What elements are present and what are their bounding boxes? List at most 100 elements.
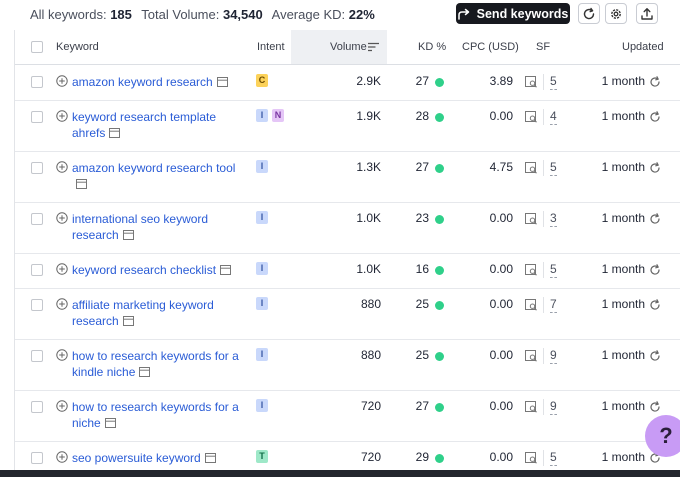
header-kd[interactable]: KD % — [418, 41, 446, 53]
row-checkbox[interactable] — [31, 76, 43, 88]
cpc-value: 0.00 — [489, 399, 513, 413]
row-checkbox[interactable] — [31, 401, 43, 413]
keyword-link[interactable]: amazon keyword research — [72, 74, 250, 90]
serp-features-icon[interactable] — [525, 264, 538, 276]
keyword-link[interactable]: how to research keywords for a niche — [72, 399, 250, 431]
serp-features-icon[interactable] — [525, 350, 538, 362]
sf-divider — [543, 262, 544, 278]
serp-preview-icon[interactable] — [109, 128, 121, 138]
kd-difficulty-dot — [435, 352, 444, 361]
keyword-link[interactable]: how to research keywords for a kindle ni… — [72, 348, 250, 380]
serp-features-icon[interactable] — [525, 111, 538, 123]
sf-count[interactable]: 9 — [550, 399, 557, 415]
row-checkbox[interactable] — [31, 452, 43, 464]
send-keywords-label: Send keywords — [476, 6, 569, 21]
settings-button[interactable] — [605, 3, 627, 24]
summary-bar: All keywords: 185 Total Volume: 34,540 A… — [0, 0, 680, 30]
add-to-list-icon[interactable] — [56, 263, 68, 275]
add-to-list-icon[interactable] — [56, 400, 68, 412]
export-button[interactable] — [636, 3, 658, 24]
average-kd-value: 22% — [348, 7, 375, 22]
refresh-icon[interactable] — [649, 213, 661, 225]
row-checkbox[interactable] — [31, 162, 43, 174]
row-checkbox[interactable] — [31, 299, 43, 311]
keyword-link[interactable]: international seo keyword research — [72, 211, 250, 243]
intent-badge: I — [256, 160, 268, 173]
refresh-icon[interactable] — [649, 162, 661, 174]
add-to-list-icon[interactable] — [56, 161, 68, 173]
serp-preview-icon[interactable] — [204, 453, 216, 463]
keyword-link[interactable]: keyword research template ahrefs — [72, 109, 250, 141]
header-intent[interactable]: Intent — [257, 41, 285, 53]
serp-features-icon[interactable] — [525, 76, 538, 88]
serp-features-icon[interactable] — [525, 401, 538, 413]
keyword-text: affiliate marketing keyword research — [72, 298, 214, 328]
sf-count[interactable]: 9 — [550, 348, 557, 364]
row-checkbox[interactable] — [31, 264, 43, 276]
kd-value: 25 — [415, 348, 429, 362]
add-to-list-icon[interactable] — [56, 451, 68, 463]
sf-count[interactable]: 5 — [550, 160, 557, 176]
keyword-text: keyword research template ahrefs — [72, 110, 217, 140]
add-to-list-icon[interactable] — [56, 298, 68, 310]
help-button[interactable]: ? — [645, 415, 680, 457]
serp-features-icon[interactable] — [525, 213, 538, 225]
serp-features-icon[interactable] — [525, 162, 538, 174]
refresh-icon[interactable] — [649, 111, 661, 123]
refresh-icon[interactable] — [649, 76, 661, 88]
serp-preview-icon[interactable] — [139, 367, 151, 377]
header-updated[interactable]: Updated — [622, 41, 664, 53]
sf-divider — [543, 74, 544, 90]
table-row: keyword research template ahrefs I N 1.9K 28… — [15, 100, 680, 152]
select-all-checkbox[interactable] — [31, 41, 43, 53]
sf-count[interactable]: 4 — [550, 109, 557, 125]
serp-preview-icon[interactable] — [76, 179, 87, 189]
header-volume[interactable]: Volume — [330, 41, 367, 53]
kd-difficulty-dot — [435, 454, 444, 463]
sf-divider — [543, 211, 544, 227]
row-checkbox[interactable] — [31, 350, 43, 362]
add-to-list-icon[interactable] — [56, 75, 68, 87]
sf-count[interactable]: 5 — [550, 450, 557, 466]
cpc-value: 4.75 — [489, 160, 513, 174]
send-keywords-button[interactable]: Send keywords — [456, 3, 570, 24]
keyword-link[interactable]: keyword research checklist — [72, 262, 250, 278]
kd-difficulty-dot — [435, 164, 444, 173]
serp-features-icon[interactable] — [525, 299, 538, 311]
refresh-icon[interactable] — [649, 401, 661, 413]
intent-badge: I — [256, 399, 268, 412]
serp-preview-icon[interactable] — [122, 316, 134, 326]
header-cpc[interactable]: CPC (USD) — [462, 41, 519, 53]
add-to-list-icon[interactable] — [56, 110, 68, 122]
intent-badge: I — [256, 109, 268, 122]
kd-value: 27 — [415, 160, 429, 174]
row-checkbox[interactable] — [31, 213, 43, 225]
keyword-link[interactable]: seo powersuite keyword — [72, 450, 250, 466]
refresh-button[interactable] — [578, 3, 600, 24]
header-sf[interactable]: SF — [536, 41, 550, 53]
volume-value: 880 — [360, 297, 381, 311]
serp-features-icon[interactable] — [525, 452, 538, 464]
sf-count[interactable]: 5 — [550, 262, 557, 278]
sf-count[interactable]: 7 — [550, 297, 557, 313]
add-to-list-icon[interactable] — [56, 349, 68, 361]
add-to-list-icon[interactable] — [56, 212, 68, 224]
header-keyword[interactable]: Keyword — [56, 41, 99, 53]
sf-count[interactable]: 5 — [550, 74, 557, 90]
sort-descending-icon[interactable] — [368, 42, 379, 52]
serp-preview-icon[interactable] — [104, 418, 116, 428]
serp-preview-icon[interactable] — [122, 230, 134, 240]
serp-preview-icon[interactable] — [216, 77, 228, 87]
refresh-icon[interactable] — [649, 264, 661, 276]
refresh-icon[interactable] — [649, 350, 661, 362]
keyword-link[interactable]: amazon keyword research tool — [72, 160, 250, 192]
intent-badges: T — [256, 450, 268, 463]
keyword-link[interactable]: affiliate marketing keyword research — [72, 297, 250, 329]
keyword-text: how to research keywords for a kindle ni… — [72, 349, 239, 379]
row-checkbox[interactable] — [31, 111, 43, 123]
refresh-icon[interactable] — [649, 299, 661, 311]
taskbar-strip — [0, 470, 680, 477]
serp-preview-icon[interactable] — [220, 265, 232, 275]
keywords-table: Keyword Intent Volume KD % CPC (USD) SF … — [14, 30, 680, 470]
sf-count[interactable]: 3 — [550, 211, 557, 227]
